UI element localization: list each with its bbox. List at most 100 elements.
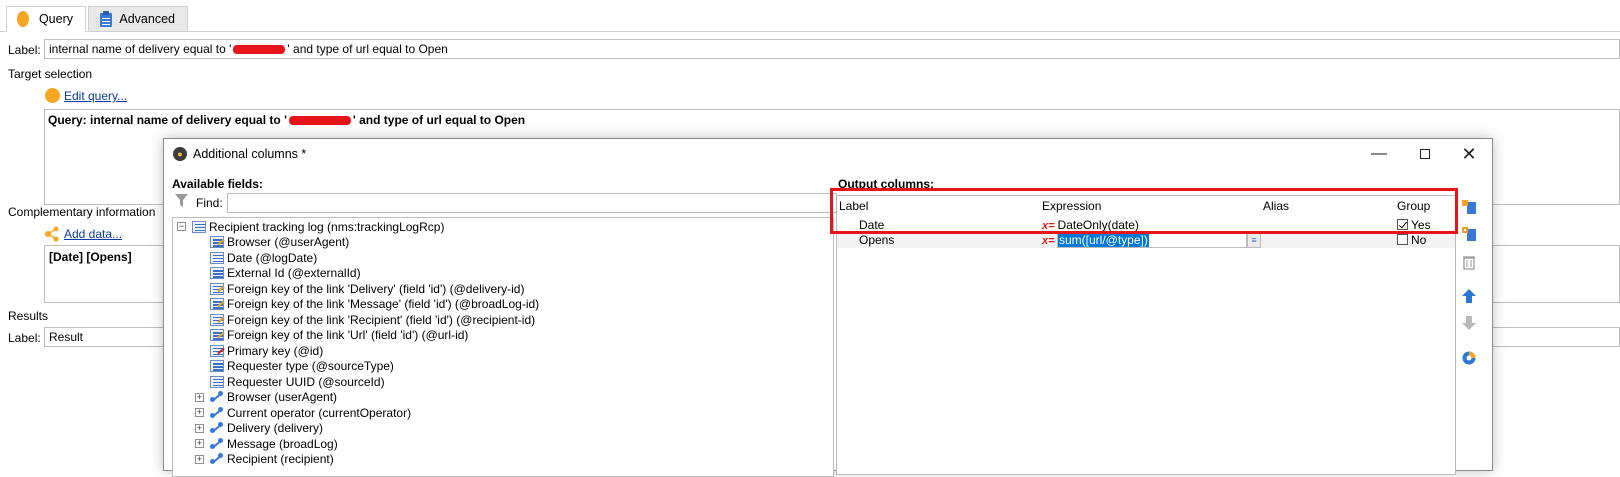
primary-key-icon (210, 344, 225, 357)
label-field[interactable]: internal name of delivery equal to ' ' an… (44, 39, 1620, 59)
tree-item[interactable]: + Message (broadLog) (195, 436, 338, 452)
field-icon (210, 267, 224, 280)
expand-icon[interactable]: + (195, 454, 204, 464)
distribution-button[interactable] (1458, 347, 1480, 369)
app-icon: ● (173, 147, 187, 161)
edit-query-link[interactable]: Edit query... (64, 89, 127, 103)
link-icon (210, 422, 224, 434)
field-icon (210, 360, 224, 373)
results-title: Results (8, 309, 49, 323)
tab-bar: Query Advanced (0, 0, 1620, 32)
group-checkbox[interactable] (1397, 234, 1408, 245)
highlight-annotation (830, 188, 1458, 234)
add-data-link[interactable]: Add data... (64, 227, 122, 241)
filter-icon (175, 194, 188, 208)
row-group[interactable]: No (1397, 233, 1426, 247)
add-column-icon (1462, 200, 1476, 214)
tree-item-label: Requester type (@sourceType) (227, 359, 394, 374)
tree-item-label: Delivery (delivery) (227, 421, 324, 436)
tree-item[interactable]: External Id (@externalId) (210, 266, 361, 282)
expand-icon[interactable]: + (195, 408, 204, 418)
tree-item-label: Foreign key of the link 'Delivery' (fiel… (227, 281, 525, 296)
move-down-icon (1462, 316, 1476, 330)
minimize-button[interactable]: — (1356, 139, 1402, 169)
expand-icon[interactable]: + (195, 423, 204, 433)
link-icon (210, 453, 224, 465)
tree-item-label: Date (@logDate) (227, 250, 318, 265)
find-input[interactable] (227, 193, 837, 213)
tree-item[interactable]: + Current operator (currentOperator) (195, 405, 411, 421)
tree-item-label: Requester UUID (@sourceId) (227, 374, 385, 389)
add-data-icon (44, 226, 60, 242)
tree-item-label: Primary key (@id) (227, 343, 324, 358)
tree-item-label: Recipient tracking log (nms:trackingLogR… (209, 219, 445, 234)
add-column-button[interactable] (1458, 196, 1480, 218)
tree-item[interactable]: Browser (@userAgent) (210, 235, 349, 251)
field-icon (210, 251, 224, 264)
table-row[interactable]: Opens x= sum([url/@type]) ≡ No (837, 231, 1455, 248)
tree-item-label: Message (broadLog) (227, 436, 338, 451)
editable-field-icon (210, 298, 225, 311)
tree-item-label: Recipient (recipient) (227, 452, 334, 467)
minimize-icon: — (1371, 145, 1387, 162)
expression-icon: x= (1042, 235, 1055, 247)
add-computed-column-button[interactable] (1458, 223, 1480, 245)
edit-query-icon (45, 88, 60, 103)
available-fields-title: Available fields: (172, 177, 263, 191)
close-button[interactable]: ✕ (1446, 139, 1492, 169)
maximize-icon (1420, 149, 1430, 159)
tree-item[interactable]: Date (@logDate) (210, 250, 317, 266)
tree-item[interactable]: Requester type (@sourceType) (210, 359, 394, 375)
tab-advanced[interactable]: Advanced (88, 6, 188, 32)
tree-item[interactable]: Foreign key of the link 'Url' (field 'id… (210, 328, 468, 344)
collapse-icon[interactable]: − (177, 222, 186, 232)
tree-item-label: Foreign key of the link 'Recipient' (fie… (227, 312, 536, 327)
tree-item[interactable]: + Browser (userAgent) (195, 390, 337, 406)
move-down-button[interactable] (1458, 312, 1480, 334)
tree-item[interactable]: + Recipient (recipient) (195, 452, 334, 468)
output-columns-grid: Label Expression Alias Group Date x= Date… (836, 195, 1456, 475)
tree-item-label: Foreign key of the link 'Message' (field… (227, 297, 540, 312)
tree-item[interactable]: Foreign key of the link 'Recipient' (fie… (210, 312, 535, 328)
close-icon: ✕ (1461, 143, 1477, 164)
table-icon (192, 220, 206, 233)
maximize-button[interactable] (1402, 139, 1448, 169)
label-caption: Label: (8, 43, 41, 57)
link-icon (210, 437, 224, 450)
orange-dot-icon (17, 11, 29, 27)
editable-field-icon (210, 313, 225, 326)
complementary-title: Complementary information (8, 205, 156, 219)
results-label-caption: Label: (8, 331, 41, 345)
tree-item-label: Foreign key of the link 'Url' (field 'id… (227, 328, 469, 343)
find-caption: Find: (196, 196, 223, 210)
distribution-icon (1462, 351, 1476, 365)
tree-item[interactable]: − Recipient tracking log (nms:trackingLog… (177, 219, 444, 235)
tab-query[interactable]: Query (6, 6, 86, 32)
editable-field-icon (210, 282, 225, 295)
tree-item[interactable]: Requester UUID (@sourceId) (210, 374, 385, 390)
redaction-mark (233, 45, 286, 55)
tree-item-label: External Id (@externalId) (227, 266, 361, 281)
expand-icon[interactable]: + (195, 439, 204, 449)
link-icon (210, 406, 224, 419)
row-label: Opens (859, 233, 895, 247)
clipboard-icon (99, 11, 112, 27)
expand-icon[interactable]: + (195, 392, 204, 402)
add-computed-column-icon (1462, 227, 1476, 241)
tree-item[interactable]: Foreign key of the link 'Delivery' (fiel… (210, 281, 524, 297)
dialog-titlebar: ● Additional columns * (164, 139, 1492, 169)
tree-item[interactable]: Primary key (@id) (210, 343, 323, 359)
link-icon (210, 391, 224, 403)
tree-item[interactable]: Foreign key of the link 'Message' (field… (210, 297, 539, 313)
field-icon (210, 375, 224, 388)
target-selection-title: Target selection (8, 67, 93, 81)
dialog-title: Additional columns * (193, 147, 307, 161)
tree-item[interactable]: + Delivery (delivery) (195, 421, 323, 437)
delete-icon (1463, 256, 1475, 270)
row-expression: x= (1042, 233, 1058, 247)
delete-button[interactable] (1458, 251, 1480, 273)
move-up-icon (1462, 289, 1476, 303)
available-fields-tree: − Recipient tracking log (nms:trackingLog… (172, 217, 834, 477)
query-text: Query: internal name of delivery equal t… (48, 113, 526, 127)
move-up-button[interactable] (1458, 285, 1480, 307)
